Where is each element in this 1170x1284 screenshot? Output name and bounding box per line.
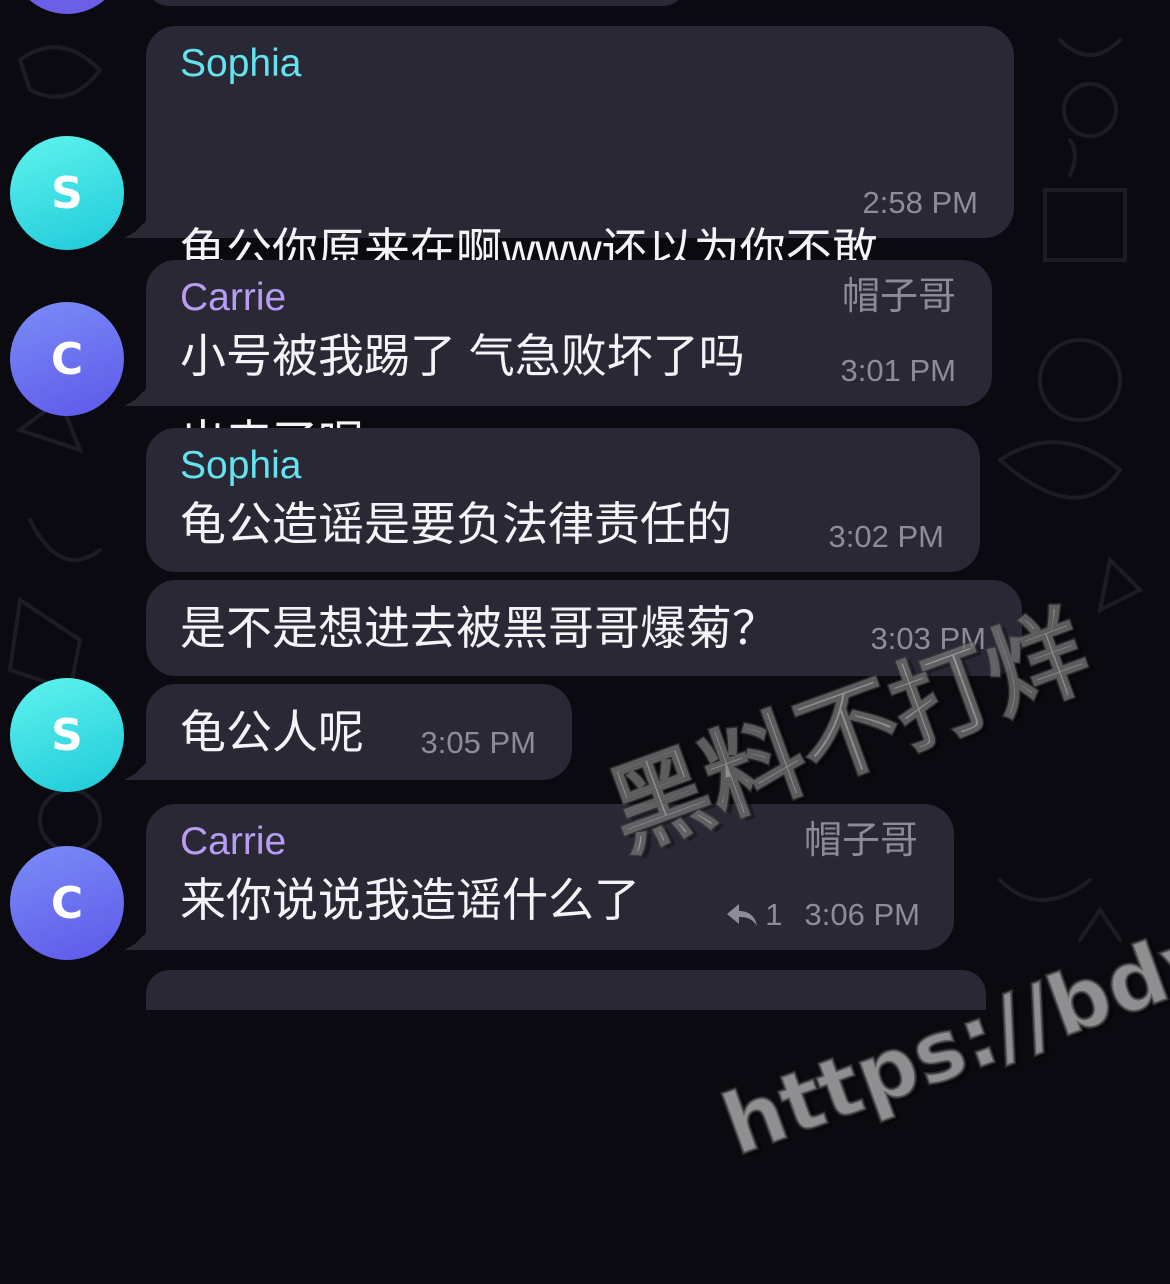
message-text: 来你说说我造谣什么了	[180, 874, 640, 926]
avatar[interactable]: S	[10, 136, 124, 250]
prev-bubble-partial[interactable]	[146, 0, 686, 6]
message-bubble[interactable]: Sophia 龟公你原来在啊www还以为你不敢 出来了呢 2:58 PM	[146, 26, 1014, 468]
watermark-line: https://bdy5.co	[709, 835, 1170, 1176]
message-time: 3:05 PM	[420, 725, 536, 760]
avatar[interactable]: C	[10, 302, 124, 416]
message-bubble[interactable]: 龟公人呢 3:05 PM	[146, 684, 572, 780]
sender-name[interactable]: Carrie	[180, 278, 286, 317]
message-time: 3:01 PM	[840, 353, 956, 388]
message-text: 龟公人呢	[180, 706, 364, 758]
message-time: 2:58 PM	[862, 185, 978, 220]
avatar[interactable]: S	[10, 678, 124, 792]
message-text: 小号被我踢了 气急败坏了吗	[180, 330, 745, 382]
sender-name[interactable]: Sophia	[180, 446, 301, 485]
watermark-line: 黑料不打烊	[592, 590, 1105, 874]
message-bubble[interactable]: Carrie 帽子哥 小号被我踢了 气急败坏了吗 3:01 PM	[146, 260, 992, 406]
sender-name[interactable]: Carrie	[180, 822, 286, 861]
admin-title: 帽子哥	[841, 276, 956, 318]
prev-avatar-partial[interactable]	[10, 0, 124, 14]
avatar[interactable]: C	[10, 846, 124, 960]
sender-name[interactable]: Sophia	[180, 44, 301, 83]
